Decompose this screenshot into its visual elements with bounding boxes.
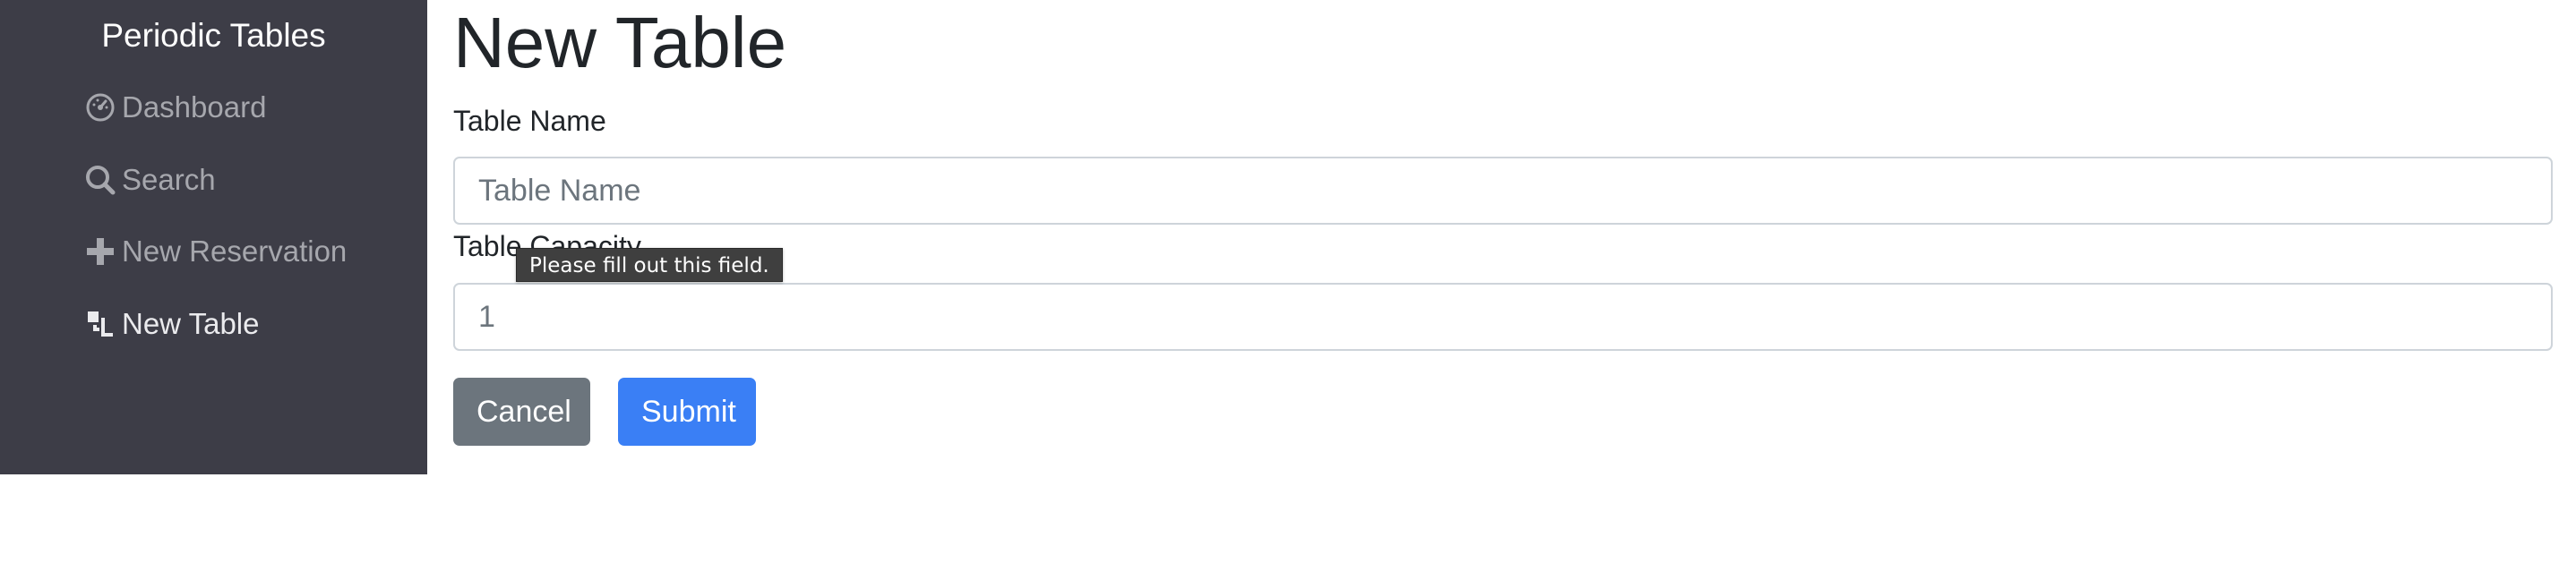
sidebar-item-new-reservation[interactable]: New Reservation — [82, 228, 347, 275]
table-name-label: Table Name — [453, 105, 606, 137]
table-icon — [82, 306, 118, 342]
sidebar-item-label: New Table — [122, 307, 260, 340]
sidebar-item-label: Dashboard — [122, 90, 267, 124]
sidebar-item-label: New Reservation — [122, 235, 348, 268]
plus-icon — [82, 234, 118, 269]
sidebar: Periodic Tables Dashboard Search New Res… — [0, 0, 427, 474]
sidebar-item-new-table[interactable]: New Table — [82, 301, 259, 347]
submit-button[interactable]: Submit — [618, 378, 756, 446]
sidebar-item-dashboard[interactable]: Dashboard — [82, 84, 266, 131]
dashboard-icon — [82, 90, 118, 125]
cancel-button[interactable]: Cancel — [453, 378, 590, 446]
sidebar-item-label: Search — [122, 163, 216, 196]
page-title: New Table — [453, 3, 787, 82]
search-icon — [82, 162, 118, 198]
table-name-input[interactable] — [453, 157, 2553, 225]
brand-title: Periodic Tables — [101, 17, 326, 54]
validation-tooltip: Please fill out this field. — [516, 248, 783, 282]
sidebar-item-search[interactable]: Search — [82, 157, 216, 203]
table-capacity-input[interactable] — [453, 283, 2553, 351]
